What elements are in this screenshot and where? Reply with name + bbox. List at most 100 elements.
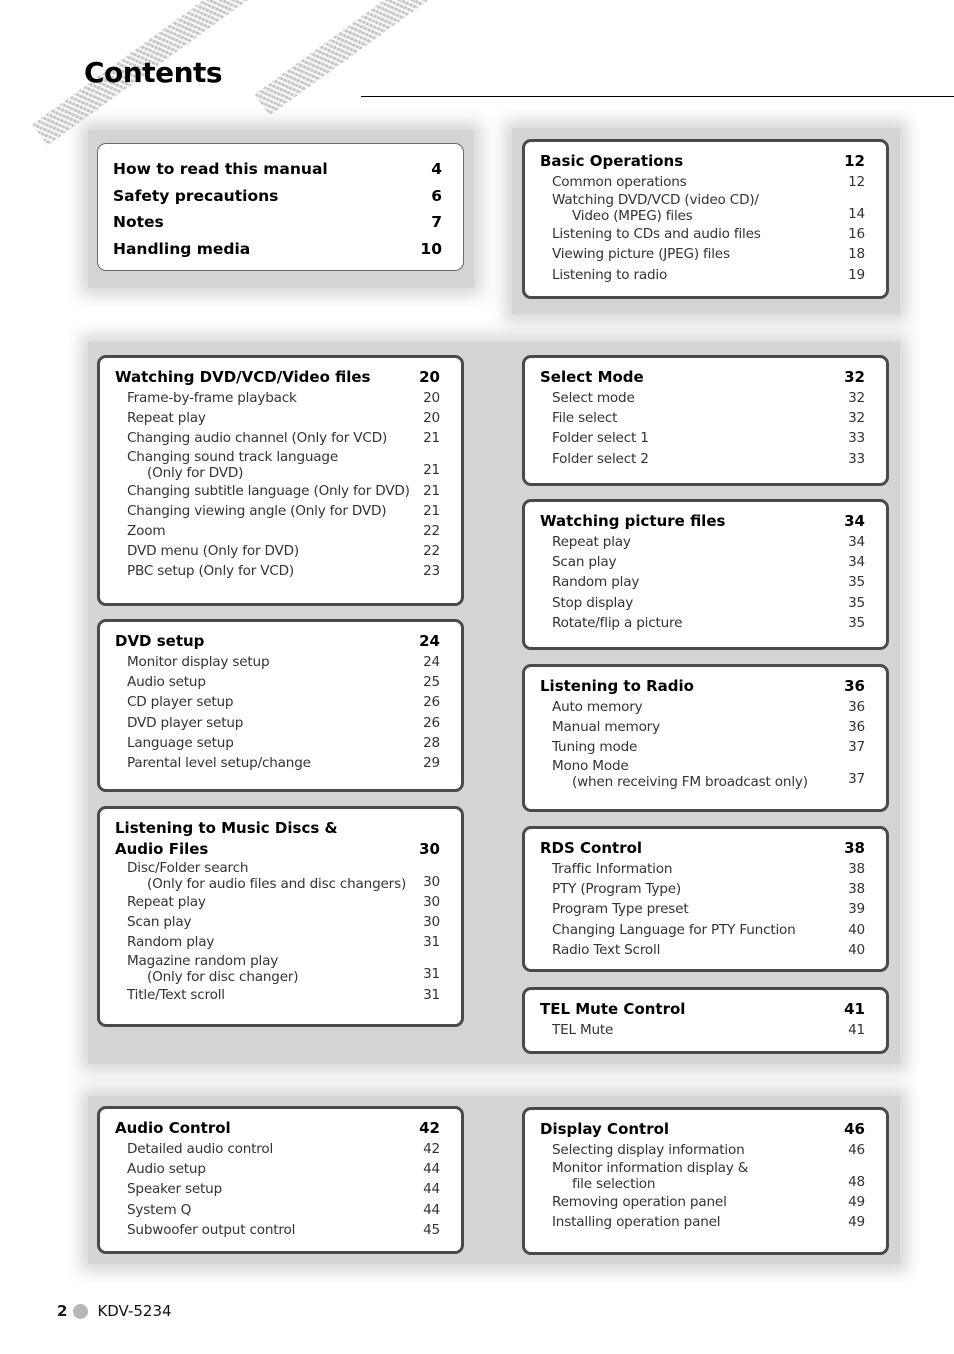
entry-label-continuation: file selection [572,1176,656,1193]
toc-entry[interactable]: Disc/Folder search (Only for audio files … [115,860,440,892]
toc-entry[interactable]: Folder select 2 33 [540,449,865,469]
toc-entry[interactable]: Audio setup 25 [115,672,440,692]
entry-label: Safety precautions [113,186,279,205]
entry-label-line: Watching DVD/VCD (video CD)/ [552,192,759,209]
entry-page: 21 [423,462,440,479]
toc-entry[interactable]: CD player setup 26 [115,692,440,712]
entry-page: 34 [848,554,865,571]
entry-label: System Q [127,1201,192,1218]
toc-entry[interactable]: Scan play 34 [540,552,865,572]
toc-entry[interactable]: Manual memory 36 [540,717,865,737]
toc-entry[interactable]: Radio Text Scroll 40 [540,940,865,960]
section-title: Watching DVD/VCD/Video files [115,368,371,386]
toc-entry[interactable]: Frame-by-frame playback 20 [115,388,440,408]
toc-entry[interactable]: System Q 44 [115,1200,440,1220]
toc-entry[interactable]: Installing operation panel 49 [540,1212,865,1232]
toc-entry[interactable]: Listening to CDs and audio files 16 [540,224,865,244]
toc-entry[interactable]: Language setup 28 [115,733,440,753]
toc-entry[interactable]: Safety precautions 6 [113,183,442,210]
entry-page: 35 [848,574,865,591]
toc-entry[interactable]: Listening to radio 19 [540,265,865,285]
toc-entry[interactable]: DVD player setup 26 [115,713,440,733]
toc-entry[interactable]: Random play 35 [540,572,865,592]
toc-entry[interactable]: Removing operation panel 49 [540,1192,865,1212]
toc-entry[interactable]: Repeat play 30 [115,892,440,912]
entry-page: 49 [848,1194,865,1211]
entry-page: 46 [848,1142,865,1158]
section-page: 24 [419,632,440,650]
toc-entry[interactable]: Auto memory 36 [540,697,865,717]
toc-entry[interactable]: Random play 31 [115,932,440,952]
toc-entry[interactable]: Scan play 30 [115,912,440,932]
toc-entry[interactable]: Changing sound track language (Only for D… [115,449,440,481]
toc-entry[interactable]: Subwoofer output control 45 [115,1220,440,1240]
section-heading[interactable]: Watching picture files 34 [540,511,865,532]
toc-entry[interactable]: DVD menu (Only for DVD) 22 [115,541,440,561]
section-heading[interactable]: Basic Operations 12 [540,151,865,172]
toc-entry[interactable]: Traffic Information 38 [540,859,865,879]
entry-page: 34 [848,534,865,550]
toc-entry[interactable]: Detailed audio control 42 [115,1139,440,1159]
toc-entry[interactable]: Changing subtitle language (Only for DVD… [115,481,440,501]
entry-label-line: Disc/Folder search [127,860,249,876]
toc-entry[interactable]: PBC setup (Only for VCD) 23 [115,561,440,581]
toc-entry[interactable]: How to read this manual 4 [113,156,442,183]
toc-entry[interactable]: Repeat play 34 [540,532,865,552]
toc-entry[interactable]: Changing Language for PTY Function 40 [540,920,865,940]
section-heading[interactable]: Select Mode 32 [540,367,865,388]
section-page: 41 [844,1000,865,1018]
toc-entry[interactable]: PTY (Program Type) 38 [540,879,865,899]
toc-entry[interactable]: Tuning mode 37 [540,737,865,757]
toc-entry[interactable]: Changing viewing angle (Only for DVD) 21 [115,501,440,521]
section-heading[interactable]: TEL Mute Control 41 [540,999,865,1020]
section-heading[interactable]: Listening to Radio 36 [540,676,865,697]
toc-entry[interactable]: Notes 7 [113,209,442,236]
toc-entry[interactable]: TEL Mute 41 [540,1020,865,1040]
toc-entry[interactable]: Audio setup 44 [115,1159,440,1179]
toc-entry[interactable]: Stop display 35 [540,593,865,613]
toc-entry[interactable]: Repeat play 20 [115,408,440,428]
toc-entry[interactable]: Speaker setup 44 [115,1179,440,1199]
toc-entry[interactable]: Common operations 12 [540,172,865,192]
toc-entry[interactable]: Title/Text scroll 31 [115,985,440,1005]
toc-entry[interactable]: Handling media 10 [113,236,442,263]
toc-entry[interactable]: Parental level setup/change 29 [115,753,440,773]
entry-label-continuation: (when receiving FM broadcast only) [572,773,808,790]
toc-section-select-mode: Select Mode 32 Select mode 32 File select 32 F… [522,355,889,486]
page-footer: 2 KDV-5234 [57,1302,172,1320]
toc-section-music: Listening to Music Discs & Audio Files 30 D… [97,806,464,1027]
toc-entry[interactable]: Magazine random play (Only for disc chang… [115,953,440,985]
toc-entry[interactable]: File select 32 [540,408,865,428]
toc-entry[interactable]: Rotate/flip a picture 35 [540,613,865,633]
entry-page: 31 [423,966,440,983]
entry-page: 33 [848,450,865,467]
entry-label: Common operations [552,174,687,190]
section-heading[interactable]: Watching DVD/VCD/Video files 20 [115,367,440,388]
section-heading[interactable]: Audio Files 30 [115,839,440,860]
toc-entry[interactable]: Viewing picture (JPEG) files 18 [540,244,865,264]
toc-entry[interactable]: Mono Mode (when receiving FM broadcast on… [540,758,865,790]
entry-label: Stop display [552,594,634,611]
entry-label: Manual memory [552,719,660,736]
entry-page: 29 [423,755,440,772]
entry-label: Audio setup [127,674,206,691]
entry-label-continuation: Video (MPEG) files [572,208,693,225]
toc-entry[interactable]: Program Type preset 39 [540,899,865,919]
section-heading[interactable]: Audio Control 42 [115,1118,440,1139]
toc-entry[interactable]: Monitor display setup 24 [115,652,440,672]
section-page: 30 [419,840,440,858]
toc-entry[interactable]: Selecting display information 46 [540,1140,865,1160]
page-title: Contents [84,56,223,89]
toc-entry[interactable]: Folder select 1 33 [540,428,865,448]
entry-label: Audio setup [127,1161,206,1178]
section-heading[interactable]: Display Control 46 [540,1119,865,1140]
toc-entry[interactable]: Changing audio channel (Only for VCD) 21 [115,428,440,448]
entry-label: Auto memory [552,699,643,715]
section-heading[interactable]: RDS Control 38 [540,838,865,859]
entry-label: PBC setup (Only for VCD) [127,563,294,580]
section-heading[interactable]: DVD setup 24 [115,631,440,652]
toc-entry[interactable]: Select mode 32 [540,388,865,408]
toc-entry[interactable]: Zoom 22 [115,521,440,541]
toc-entry[interactable]: Watching DVD/VCD (video CD)/Video (MPEG)… [540,192,865,224]
toc-entry[interactable]: Monitor information display & file select… [540,1160,865,1192]
